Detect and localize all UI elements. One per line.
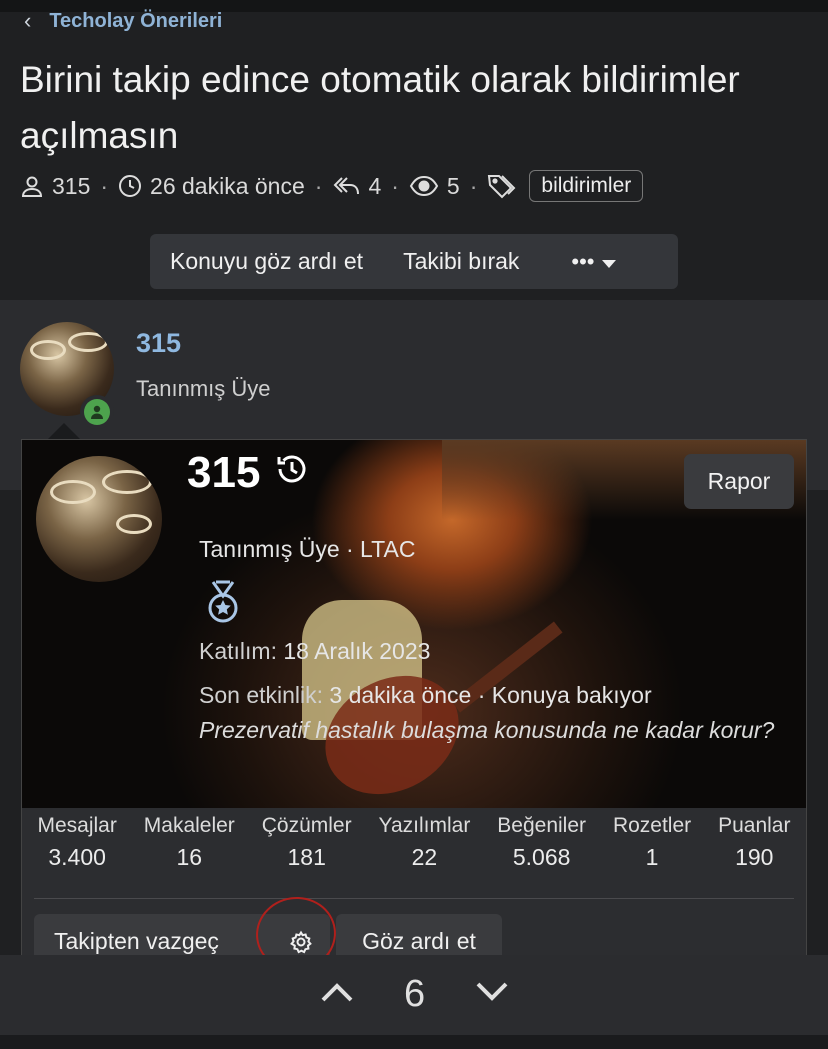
stat-item[interactable]: Beğeniler 5.068 <box>497 814 586 871</box>
reply-icon <box>332 174 360 198</box>
report-button[interactable]: Rapor <box>684 454 794 509</box>
stat-value: 181 <box>287 844 326 870</box>
user-icon <box>20 174 44 198</box>
member-title-line: Tanınmış Üye · LTAC <box>199 536 416 562</box>
caret-down-icon <box>601 249 617 275</box>
breadcrumb[interactable]: ‹ Techolay Önerileri <box>24 8 222 34</box>
stat-value: 16 <box>176 844 203 870</box>
unwatch-button[interactable]: Takibi bırak <box>383 248 539 275</box>
separator: · <box>314 172 323 199</box>
stat-item[interactable]: Makaleler 16 <box>144 814 235 871</box>
post-username[interactable]: 315 <box>136 328 181 359</box>
stat-item[interactable]: Mesajlar 3.400 <box>37 814 116 871</box>
stat-label: Makaleler <box>143 814 235 837</box>
stat-label: Rozetler <box>612 814 692 837</box>
eye-icon <box>409 175 439 197</box>
thread-meta: 315 · 26 dakika önce · 4 · 5 · bildiriml… <box>20 170 644 202</box>
chevron-up-icon[interactable] <box>320 981 354 1008</box>
thread-actions: Konuyu göz ardı et Takibi bırak ••• <box>150 234 678 289</box>
separator: · <box>469 172 478 199</box>
page-number: 6 <box>404 973 426 1015</box>
more-dots: ••• <box>571 248 595 274</box>
thread-author[interactable]: 315 <box>52 173 90 200</box>
divider <box>34 898 794 899</box>
chevron-down-icon[interactable] <box>475 981 509 1008</box>
post-user-title: Tanınmış Üye <box>136 376 271 401</box>
separator: · <box>391 172 399 199</box>
breadcrumb-link[interactable]: Techolay Önerileri <box>49 10 222 33</box>
member-card-avatar[interactable] <box>36 456 162 582</box>
last-activity-label: Son etkinlik: <box>199 682 324 708</box>
page-title: Birini takip edince otomatik olarak bild… <box>20 59 740 156</box>
more-menu-button[interactable]: ••• <box>551 249 636 275</box>
stat-value: 190 <box>735 844 774 870</box>
chevron-left-icon[interactable]: ‹ <box>24 8 31 34</box>
bottom-bar <box>0 1035 828 1049</box>
last-activity-line: Son etkinlik: 3 dakika önce · Konuya bak… <box>199 682 652 709</box>
stat-item[interactable]: Puanlar 190 <box>718 814 790 871</box>
online-indicator <box>80 395 114 429</box>
stat-label: Puanlar <box>718 814 791 837</box>
stat-item[interactable]: Çözümler 181 <box>262 814 352 871</box>
last-activity-value[interactable]: 3 dakika önce · Konuya bakıyor <box>329 682 651 708</box>
joined-value: 18 Aralık 2023 <box>283 638 431 664</box>
stat-value: 3.400 <box>48 844 106 870</box>
stat-value: 5.068 <box>512 844 571 870</box>
activity-detail[interactable]: Prezervatif hastalık bulaşma konusunda n… <box>199 712 789 748</box>
member-name[interactable]: 315 <box>187 448 260 498</box>
stat-label: Beğeniler <box>497 814 587 837</box>
medal-icon <box>205 580 241 629</box>
stat-label: Çözümler <box>261 814 352 837</box>
user-online-icon <box>84 399 110 425</box>
joined-label: Katılım: <box>199 638 277 664</box>
thread-time[interactable]: 26 dakika önce <box>150 173 305 200</box>
stat-label: Mesajlar <box>37 814 117 837</box>
stat-value: 22 <box>411 844 438 870</box>
unfollow-label: Takipten vazgeç <box>54 928 219 954</box>
joined-line: Katılım: 18 Aralık 2023 <box>199 638 430 665</box>
member-card-name: 315 <box>187 448 310 498</box>
stat-item[interactable]: Yazılımlar 22 <box>379 814 471 871</box>
member-card: 315 Rapor Tanınmış Üye · LTAC Katılım: 1… <box>21 439 807 981</box>
reply-count: 4 <box>368 172 382 199</box>
stat-item[interactable]: Rozetler 1 <box>613 814 691 871</box>
history-icon[interactable] <box>274 448 310 498</box>
member-stats: Mesajlar 3.400 Makaleler 16 Çözümler 181 Ya… <box>22 814 806 871</box>
view-count: 5 <box>446 172 460 199</box>
tooltip-arrow <box>48 423 80 439</box>
stat-label: Yazılımlar <box>378 814 471 837</box>
pagination: 6 <box>0 955 828 1035</box>
ignore-thread-button[interactable]: Konuyu göz ardı et <box>150 248 383 275</box>
separator: · <box>100 172 109 199</box>
clock-icon <box>118 174 142 198</box>
tag-badge[interactable]: bildirimler <box>529 170 644 202</box>
stat-value: 1 <box>645 844 659 870</box>
tags-icon <box>487 173 517 199</box>
